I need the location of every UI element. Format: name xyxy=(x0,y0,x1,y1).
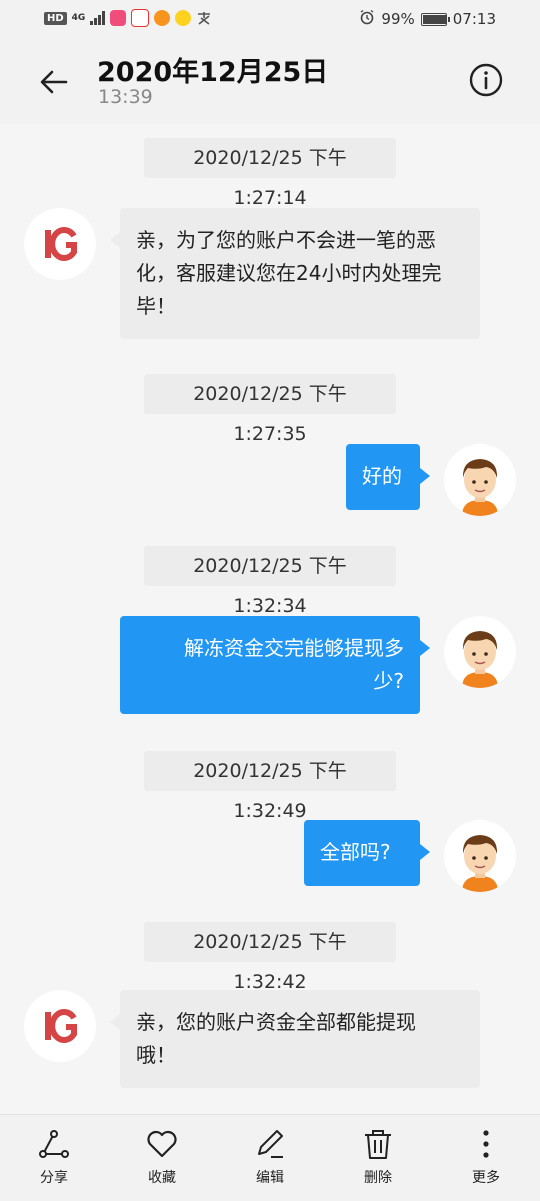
more-button[interactable]: 更多 xyxy=(456,1127,516,1187)
pencil-icon xyxy=(258,1130,283,1158)
message-timestamp: 2020/12/25 下午1:32:34 xyxy=(144,546,396,617)
ig-logo-icon xyxy=(45,1009,77,1043)
heart-icon xyxy=(147,1130,177,1158)
share-label: 分享 xyxy=(40,1170,68,1186)
incoming-message[interactable]: 亲，为了您的账户不会进一笔的恶 化，客服建议您在24小时内处理完 毕！ xyxy=(110,208,480,339)
more-vertical-icon xyxy=(483,1130,489,1158)
status-right: 99% 07:13 xyxy=(359,9,496,29)
boy-avatar-icon xyxy=(462,631,498,688)
alarm-icon xyxy=(359,9,375,29)
message-line: 亲，您的账户资金全部都能提现 xyxy=(136,1010,416,1034)
delete-label: 删除 xyxy=(364,1170,392,1186)
battery-icon xyxy=(420,12,450,26)
edit-label: 编辑 xyxy=(256,1170,284,1186)
message-line: 哦！ xyxy=(136,1043,176,1067)
back-button[interactable] xyxy=(36,64,72,100)
boy-avatar-icon xyxy=(462,835,498,892)
message-line: 少? xyxy=(373,669,404,693)
page-title: 2020年12月25日 xyxy=(97,57,329,88)
signal-icon xyxy=(90,11,106,25)
video-app-icon xyxy=(110,10,127,26)
message-line: 化，客服建议您在24小时内处理完 xyxy=(136,261,442,285)
outgoing-message[interactable]: 解冻资金交完能够提现多 少? xyxy=(120,616,430,714)
more-label: 更多 xyxy=(472,1170,500,1186)
message-line: 亲，为了您的账户不会进一笔的恶 xyxy=(136,228,436,252)
user-avatar[interactable] xyxy=(444,616,516,688)
status-left: HD 4G xyxy=(44,9,212,27)
message-timestamp: 2020/12/25 下午1:27:35 xyxy=(144,374,396,445)
message-line: 毕！ xyxy=(136,294,176,318)
message-timestamp: 2020/12/25 下午1:27:14 xyxy=(144,138,396,209)
outgoing-message[interactable]: 好的 xyxy=(346,444,430,510)
header: 2020年12月25日 13:39 xyxy=(0,40,540,124)
incoming-message[interactable]: 亲，您的账户资金全部都能提现 哦！ xyxy=(110,990,480,1088)
favorite-button[interactable]: 收藏 xyxy=(132,1127,192,1187)
info-icon xyxy=(469,63,503,97)
battery-percent: 99% xyxy=(381,10,415,28)
network-type: 4G xyxy=(71,13,86,23)
share-button[interactable]: 分享 xyxy=(24,1127,84,1187)
text-app-icon xyxy=(196,10,212,26)
bottom-toolbar: 分享 收藏 编辑 删除 更多 xyxy=(0,1114,540,1201)
message-line: 好的 xyxy=(362,464,402,488)
status-bar: HD 4G 99% 07:13 xyxy=(0,0,540,40)
delete-button[interactable]: 删除 xyxy=(348,1127,408,1187)
news-app-icon xyxy=(131,9,150,27)
message-line: 全部吗? xyxy=(320,840,391,864)
trash-icon xyxy=(365,1130,391,1159)
boy-avatar-icon xyxy=(462,459,498,516)
outgoing-message[interactable]: 全部吗? xyxy=(304,820,430,886)
chat-app-icon xyxy=(175,10,192,26)
info-button[interactable] xyxy=(468,62,504,98)
contact-avatar[interactable] xyxy=(24,990,96,1062)
arrow-left-icon xyxy=(40,70,68,94)
music-app-icon xyxy=(154,10,171,26)
share-icon xyxy=(39,1130,69,1158)
favorite-label: 收藏 xyxy=(148,1170,176,1186)
message-timestamp: 2020/12/25 下午1:32:42 xyxy=(144,922,396,993)
clock: 07:13 xyxy=(452,10,496,28)
contact-avatar[interactable] xyxy=(24,208,96,280)
message-line: 解冻资金交完能够提现多 xyxy=(184,636,404,660)
message-timestamp: 2020/12/25 下午1:32:49 xyxy=(144,751,396,822)
user-avatar[interactable] xyxy=(444,820,516,892)
hd-badge: HD xyxy=(44,11,67,25)
user-avatar[interactable] xyxy=(444,444,516,516)
edit-button[interactable]: 编辑 xyxy=(240,1127,300,1187)
chat-area[interactable]: 2020/12/25 下午1:27:14 亲，为了您的账户不会进一笔的恶 化，客… xyxy=(0,124,540,1114)
page-subtitle: 13:39 xyxy=(98,86,153,108)
ig-logo-icon xyxy=(45,227,77,261)
